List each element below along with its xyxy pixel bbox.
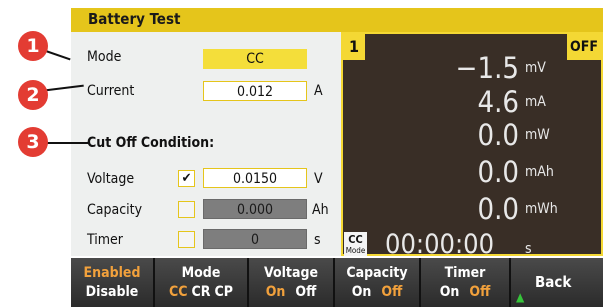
callout-badge-3: 3 [18, 127, 48, 157]
energy-reading-unit: mWh [525, 201, 558, 217]
cutoff-heading: Cut Off Condition: [87, 135, 215, 151]
softkey-enable-option: Disable [85, 284, 139, 300]
softkey-timer-option-on: On [439, 284, 460, 300]
softkey-timer[interactable]: Timer On Off [421, 258, 511, 307]
current-label: Current [87, 83, 135, 99]
softkey-enable[interactable]: Enabled Disable [71, 258, 155, 307]
softkey-capacity-option-off: Off [381, 284, 403, 300]
softkey-capacity-label: Capacity [346, 265, 408, 281]
timer-field[interactable]: 0 [203, 229, 307, 249]
softkey-mode[interactable]: Mode CC CR CP [155, 258, 249, 307]
softkey-voltage-label: Voltage [263, 265, 319, 281]
voltage-reading: −1.5 [455, 51, 519, 85]
voltage-field[interactable]: 0.0150 [203, 168, 307, 188]
capacity-ah-reading: 0.0 [477, 155, 519, 189]
current-reading: 4.6 [477, 85, 519, 119]
page-title: Battery Test [88, 10, 181, 28]
power-reading-unit: mW [525, 127, 550, 143]
current-field[interactable]: 0.012 [203, 81, 307, 101]
output-state-badge: OFF [567, 34, 601, 60]
mode-label: Mode [87, 49, 122, 65]
voltage-label: Voltage [87, 171, 135, 187]
voltage-checkbox[interactable]: ✔ [178, 170, 195, 187]
capacity-checkbox[interactable] [178, 201, 195, 218]
power-reading: 0.0 [477, 118, 519, 152]
settings-panel: Mode CC Current 0.012 A Cut Off Conditio… [71, 32, 341, 256]
capacity-field[interactable]: 0.000 [203, 199, 307, 219]
mode-indicator: CC Mode [344, 232, 367, 256]
back-button[interactable]: ▲ Back [511, 258, 603, 307]
channel-number: 1 [343, 34, 365, 60]
softkey-timer-label: Timer [444, 265, 486, 281]
softkey-capacity-option-on: On [351, 284, 372, 300]
callout-badge-1: 1 [18, 31, 48, 61]
title-bar: Battery Test [71, 8, 603, 32]
voltage-unit: V [314, 171, 323, 187]
capacity-ah-reading-unit: mAh [525, 164, 554, 180]
capacity-label: Capacity [87, 202, 143, 218]
energy-reading: 0.0 [477, 192, 519, 226]
softkey-voltage-option-on: On [265, 284, 286, 300]
softkey-mode-label: Mode [181, 265, 221, 281]
battery-test-screen: Battery Test Mode CC Current 0.012 A Cut… [0, 0, 603, 307]
up-arrow-icon: ▲ [516, 290, 525, 304]
timer-reading-unit: s [525, 241, 532, 257]
current-unit: A [314, 83, 323, 99]
softkey-mode-option-cr: CR [191, 284, 211, 300]
softkey-bar: Enabled Disable Mode CC CR CP Voltage On Of… [71, 258, 603, 307]
softkey-enable-active-label: Enabled [83, 265, 141, 281]
softkey-mode-option-cc: CC [169, 284, 188, 300]
measurement-display: 1 OFF −1.5 mV 4.6 mA 0.0 mW 0.0 mAh 0.0 … [341, 32, 603, 260]
timer-checkbox[interactable] [178, 231, 195, 248]
softkey-voltage[interactable]: Voltage On Off [249, 258, 335, 307]
capacity-unit: Ah [312, 202, 329, 218]
callout-badge-2: 2 [18, 80, 48, 110]
softkey-timer-option-off: Off [469, 284, 491, 300]
timer-unit: s [314, 232, 321, 248]
mode-field[interactable]: CC [203, 49, 307, 69]
back-button-label: Back [535, 273, 572, 291]
softkey-capacity[interactable]: Capacity On Off [335, 258, 421, 307]
current-reading-unit: mA [525, 94, 546, 110]
timer-reading: 00:00:00 [385, 229, 495, 260]
softkey-voltage-option-off: Off [295, 284, 317, 300]
timer-label: Timer [87, 232, 123, 248]
voltage-reading-unit: mV [525, 60, 546, 76]
softkey-mode-option-cp: CP [214, 284, 233, 300]
mode-indicator-value: CC [348, 233, 363, 246]
mode-indicator-caption: Mode [345, 246, 366, 255]
